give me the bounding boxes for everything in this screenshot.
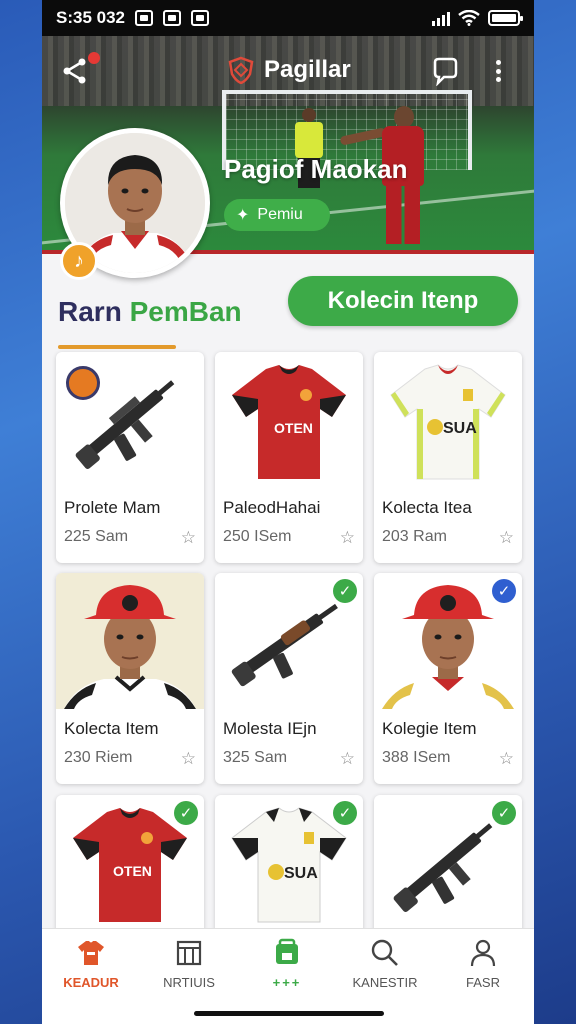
nav-item-collection[interactable]: +++ bbox=[238, 937, 336, 997]
app-title: Pagillar bbox=[264, 56, 351, 83]
item-price: 203 Ram bbox=[382, 528, 447, 545]
item-name: Kolecta Itea bbox=[382, 498, 472, 517]
owned-check-icon: ✓ bbox=[333, 579, 357, 603]
notification-icon bbox=[163, 10, 181, 26]
home-indicator[interactable] bbox=[194, 1011, 384, 1016]
star-icon[interactable]: ☆ bbox=[181, 528, 196, 548]
item-price: 388 ISem bbox=[382, 749, 451, 766]
section-title: Rarn PemBan bbox=[58, 296, 242, 328]
red-jersey-icon: OTEN bbox=[215, 352, 363, 488]
star-icon[interactable]: ☆ bbox=[499, 749, 514, 769]
item-card[interactable]: SUA Kolecta Itea 203 Ram ☆ bbox=[374, 352, 522, 563]
item-name: Molesta IEjn bbox=[223, 719, 317, 738]
white-jersey-icon: SUA bbox=[374, 352, 522, 488]
item-name: Kolegie Item bbox=[382, 719, 477, 738]
owned-check-icon: ✓ bbox=[174, 801, 198, 825]
svg-text:OTEN: OTEN bbox=[113, 863, 152, 879]
item-card[interactable]: Kolecta Item 230 Riem ☆ bbox=[56, 573, 204, 784]
profile-icon bbox=[467, 937, 499, 969]
grid-icon bbox=[173, 937, 205, 969]
star-icon[interactable]: ☆ bbox=[340, 528, 355, 548]
status-time: S:35 032 bbox=[56, 8, 125, 27]
profile-name: Pagiof Maokan bbox=[224, 154, 408, 184]
nav-label: KEADUR bbox=[63, 975, 119, 990]
section-title-accent: PemBan bbox=[129, 296, 242, 327]
section-underline bbox=[58, 345, 176, 349]
star-icon[interactable]: ☆ bbox=[181, 749, 196, 769]
wifi-icon bbox=[458, 10, 480, 26]
item-card[interactable]: Prolete Mam 225 Sam ☆ bbox=[56, 352, 204, 563]
item-name: Kolecta Item bbox=[64, 719, 159, 738]
premium-label: Pemiu bbox=[257, 206, 303, 223]
player-portrait bbox=[56, 573, 204, 709]
bottom-nav: KEADUR NRTIUIS +++ KANESTIR FASR bbox=[42, 928, 534, 1024]
item-card[interactable]: OTEN PaleodHahai 250 ISem ☆ bbox=[215, 352, 363, 563]
owned-check-icon: ✓ bbox=[492, 801, 516, 825]
item-name: Prolete Mam bbox=[64, 498, 161, 517]
music-badge[interactable]: ♪ bbox=[60, 242, 98, 280]
nav-item-kanestir[interactable]: KANESTIR bbox=[336, 937, 434, 997]
battery-icon bbox=[488, 10, 523, 26]
item-price: 250 ISem bbox=[223, 528, 292, 545]
app-brand: Pagillar bbox=[228, 56, 351, 84]
jersey-icon bbox=[75, 937, 107, 969]
item-price: 325 Sam bbox=[223, 749, 288, 766]
nav-label: +++ bbox=[272, 975, 302, 990]
premium-badge[interactable]: ✦ Pemiu bbox=[224, 199, 330, 231]
notification-icon bbox=[135, 10, 153, 26]
share-icon[interactable] bbox=[60, 56, 90, 86]
chat-icon[interactable] bbox=[430, 56, 460, 86]
owned-check-icon: ✓ bbox=[333, 801, 357, 825]
nav-label: NRTIUIS bbox=[163, 975, 215, 990]
shield-logo-icon bbox=[228, 56, 254, 84]
top-bar: Pagillar bbox=[42, 46, 534, 96]
item-card[interactable]: ✓ Molesta IEjn 325 Sam ☆ bbox=[215, 573, 363, 784]
star-icon[interactable]: ☆ bbox=[499, 528, 514, 548]
camera-icon bbox=[191, 10, 209, 26]
more-options-icon[interactable] bbox=[488, 56, 508, 86]
phone-screen: S:35 032 Pagillar ♪ Pagiof Maokan ✦ Pemi… bbox=[42, 0, 534, 1024]
item-price: 230 Riem bbox=[64, 749, 133, 766]
item-price: 225 Sam bbox=[64, 528, 129, 545]
collection-button[interactable]: Kolecin Itenp bbox=[288, 276, 518, 326]
item-card[interactable]: ✓ Kolegie Item 388 ISem ☆ bbox=[374, 573, 522, 784]
sparkle-icon: ✦ bbox=[236, 207, 250, 224]
section-title-main: Rarn bbox=[58, 296, 130, 327]
team-badge-icon bbox=[66, 366, 100, 400]
svg-text:SUA: SUA bbox=[284, 865, 318, 882]
collection-icon bbox=[271, 937, 303, 969]
signal-icon bbox=[432, 10, 450, 26]
nav-item-nrtiuis[interactable]: NRTIUIS bbox=[140, 937, 238, 997]
nav-item-keadur[interactable]: KEADUR bbox=[42, 937, 140, 997]
item-name: PaleodHahai bbox=[223, 498, 321, 517]
status-bar: S:35 032 bbox=[42, 0, 534, 36]
nav-label: FASR bbox=[466, 975, 500, 990]
notification-dot bbox=[88, 52, 100, 64]
nav-label: KANESTIR bbox=[352, 975, 418, 990]
search-icon bbox=[369, 937, 401, 969]
svg-text:OTEN: OTEN bbox=[274, 420, 313, 436]
nav-item-fasr[interactable]: FASR bbox=[434, 937, 532, 997]
selected-check-icon: ✓ bbox=[492, 579, 516, 603]
star-icon[interactable]: ☆ bbox=[340, 749, 355, 769]
svg-text:SUA: SUA bbox=[443, 420, 477, 437]
